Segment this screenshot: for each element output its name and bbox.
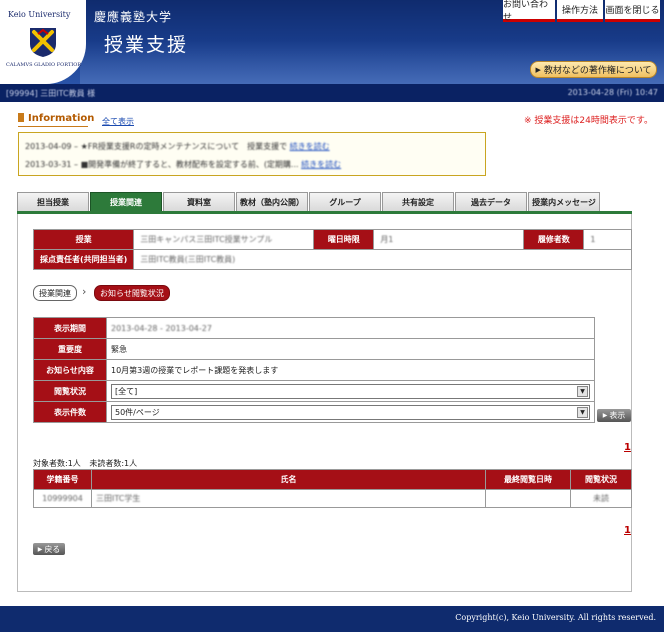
course-value: 三田キャンパス三田ITC授業サンプル bbox=[133, 229, 315, 250]
tab-resources[interactable]: 資料室 bbox=[163, 192, 235, 212]
column-header-student-id: 学籍番号 bbox=[33, 469, 92, 490]
importance-value: 緊急 bbox=[106, 338, 595, 360]
view-status-label: 閲覧状況 bbox=[33, 380, 107, 402]
chevron-down-icon: ▼ bbox=[577, 406, 588, 418]
last-viewed-cell bbox=[485, 489, 571, 508]
info-heading-underline bbox=[18, 126, 88, 127]
reader-counts: 対象者数:1人 未読者数:1人 bbox=[33, 458, 137, 469]
enrollment-value: 1 bbox=[583, 229, 632, 250]
display-count-select[interactable]: 50件/ページ ▼ bbox=[111, 404, 590, 420]
grader-value: 三田ITC教員(三田ITC教員) bbox=[133, 249, 632, 270]
manual-button[interactable]: 操作方法 bbox=[557, 0, 603, 22]
university-logo[interactable]: Keio University CALAMVS GLADIO FORTIOR bbox=[0, 0, 86, 84]
student-name-cell: 三田ITC学生 bbox=[91, 489, 486, 508]
page-link[interactable]: 1 bbox=[624, 525, 631, 536]
column-header-name: 氏名 bbox=[91, 469, 486, 490]
information-box: 2013-04-09 – ★FR授業支援Rの定時メンテナンスについて 授業支援で… bbox=[18, 132, 486, 176]
period-label: 表示期間 bbox=[33, 317, 107, 339]
show-all-link[interactable]: 全て表示 bbox=[102, 116, 134, 127]
play-arrow-icon: ▶ bbox=[535, 65, 541, 74]
tab-past-data[interactable]: 過去データ bbox=[455, 192, 527, 212]
column-header-last-viewed: 最終閲覧日時 bbox=[485, 469, 571, 490]
unread-count: 未読者数:1人 bbox=[89, 459, 138, 468]
period-value: 2013-04-28 - 2013-04-27 bbox=[106, 317, 595, 339]
student-view-table: 学籍番号 氏名 最終閲覧日時 閲覧状況 10999904 三田ITC学生 未読 bbox=[33, 469, 632, 508]
enrollment-label: 履修者数 bbox=[523, 229, 585, 250]
student-id-cell: 10999904 bbox=[33, 489, 92, 508]
copyright-info-label: 教材などの著作権について bbox=[543, 66, 652, 76]
info-bar-icon bbox=[18, 113, 24, 122]
tab-groups[interactable]: グループ bbox=[309, 192, 381, 212]
importance-label: 重要度 bbox=[33, 338, 107, 360]
course-label: 授業 bbox=[32, 229, 135, 250]
main-tabs: 担当授業 授業関連 資料室 教材（塾内公開） グループ 共有設定 過去データ 授… bbox=[17, 192, 632, 212]
info-item: 2013-03-31 – ■開発準備が終了すると、教材配布を設定する前、(定期購… bbox=[25, 160, 342, 169]
notice-content-label: お知らせ内容 bbox=[33, 359, 107, 381]
user-bar: [99994] 三田ITC教員 様 2013-04-28 (Fri) 10:47 bbox=[0, 84, 664, 102]
breadcrumb-course-related[interactable]: 授業関連 bbox=[33, 285, 77, 301]
logo-motto: CALAMVS GLADIO FORTIOR bbox=[6, 62, 82, 68]
display-button[interactable]: ▶ 表示 bbox=[597, 409, 631, 422]
filter-form: 表示期間 2013-04-28 - 2013-04-27 重要度 緊急 お知らせ… bbox=[33, 317, 595, 423]
back-button[interactable]: ▶ 戻る bbox=[33, 543, 65, 555]
notice-content-value: 10月第3週の授業でレポート課題を発表します bbox=[106, 359, 595, 381]
breadcrumb-current: お知らせ閲覧状況 bbox=[94, 285, 170, 301]
copyright-info-button[interactable]: ▶ 教材などの著作権について bbox=[530, 61, 657, 78]
page-link[interactable]: 1 bbox=[624, 442, 631, 453]
app-footer: Copyright(c), Keio University. All right… bbox=[0, 606, 664, 632]
column-header-view-status: 閲覧状況 bbox=[570, 469, 632, 490]
info-item: 2013-04-09 – ★FR授業支援Rの定時メンテナンスについて 授業支援で… bbox=[25, 142, 330, 151]
play-arrow-icon: ▶ bbox=[602, 412, 608, 419]
read-more-link[interactable]: 続きを読む bbox=[290, 142, 330, 151]
app-header: Keio University CALAMVS GLADIO FORTIOR 慶… bbox=[0, 0, 664, 84]
play-arrow-icon: ▶ bbox=[37, 545, 43, 553]
table-row: 10999904 三田ITC学生 未読 bbox=[33, 489, 632, 508]
read-more-link[interactable]: 続きを読む bbox=[301, 160, 341, 169]
chevron-down-icon: ▼ bbox=[577, 385, 588, 397]
chevron-right-icon: › bbox=[82, 285, 87, 298]
day-period-label: 曜日時限 bbox=[313, 229, 375, 250]
target-count: 対象者数:1人 bbox=[33, 459, 81, 468]
contact-button[interactable]: お問い合わせ bbox=[503, 0, 555, 23]
university-name: 慶應義塾大学 bbox=[94, 10, 173, 24]
view-status-select[interactable]: [全て] ▼ bbox=[111, 383, 590, 399]
tab-share-settings[interactable]: 共有設定 bbox=[382, 192, 454, 212]
information-heading: Information bbox=[18, 113, 94, 124]
system-name: 授業支援 bbox=[104, 34, 189, 56]
display-count-label: 表示件数 bbox=[33, 401, 107, 423]
current-datetime: 2013-04-28 (Fri) 10:47 bbox=[567, 88, 658, 97]
close-window-button[interactable]: 画面を閉じる bbox=[605, 0, 660, 22]
course-info-table: 授業 三田キャンパス三田ITC授業サンプル 曜日時限 月1 履修者数 1 採点責… bbox=[32, 229, 632, 270]
logo-title: Keio University bbox=[8, 10, 71, 19]
day-period-value: 月1 bbox=[373, 229, 525, 250]
availability-notice: ※ 授業支援は24時間表示です。 bbox=[524, 116, 653, 126]
copyright-text: Copyright(c), Keio University. All right… bbox=[455, 613, 656, 622]
pen-crest-icon bbox=[30, 28, 56, 57]
user-name: [99994] 三田ITC教員 様 bbox=[6, 89, 96, 98]
tab-course-related[interactable]: 授業関連 bbox=[90, 192, 162, 212]
tab-materials-internal[interactable]: 教材（塾内公開） bbox=[236, 192, 308, 212]
tab-course-messages[interactable]: 授業内メッセージ bbox=[528, 192, 600, 212]
tab-assigned-courses[interactable]: 担当授業 bbox=[17, 192, 89, 212]
grader-label: 採点責任者(共同担当者) bbox=[32, 249, 135, 270]
view-status-cell: 未読 bbox=[570, 489, 632, 508]
